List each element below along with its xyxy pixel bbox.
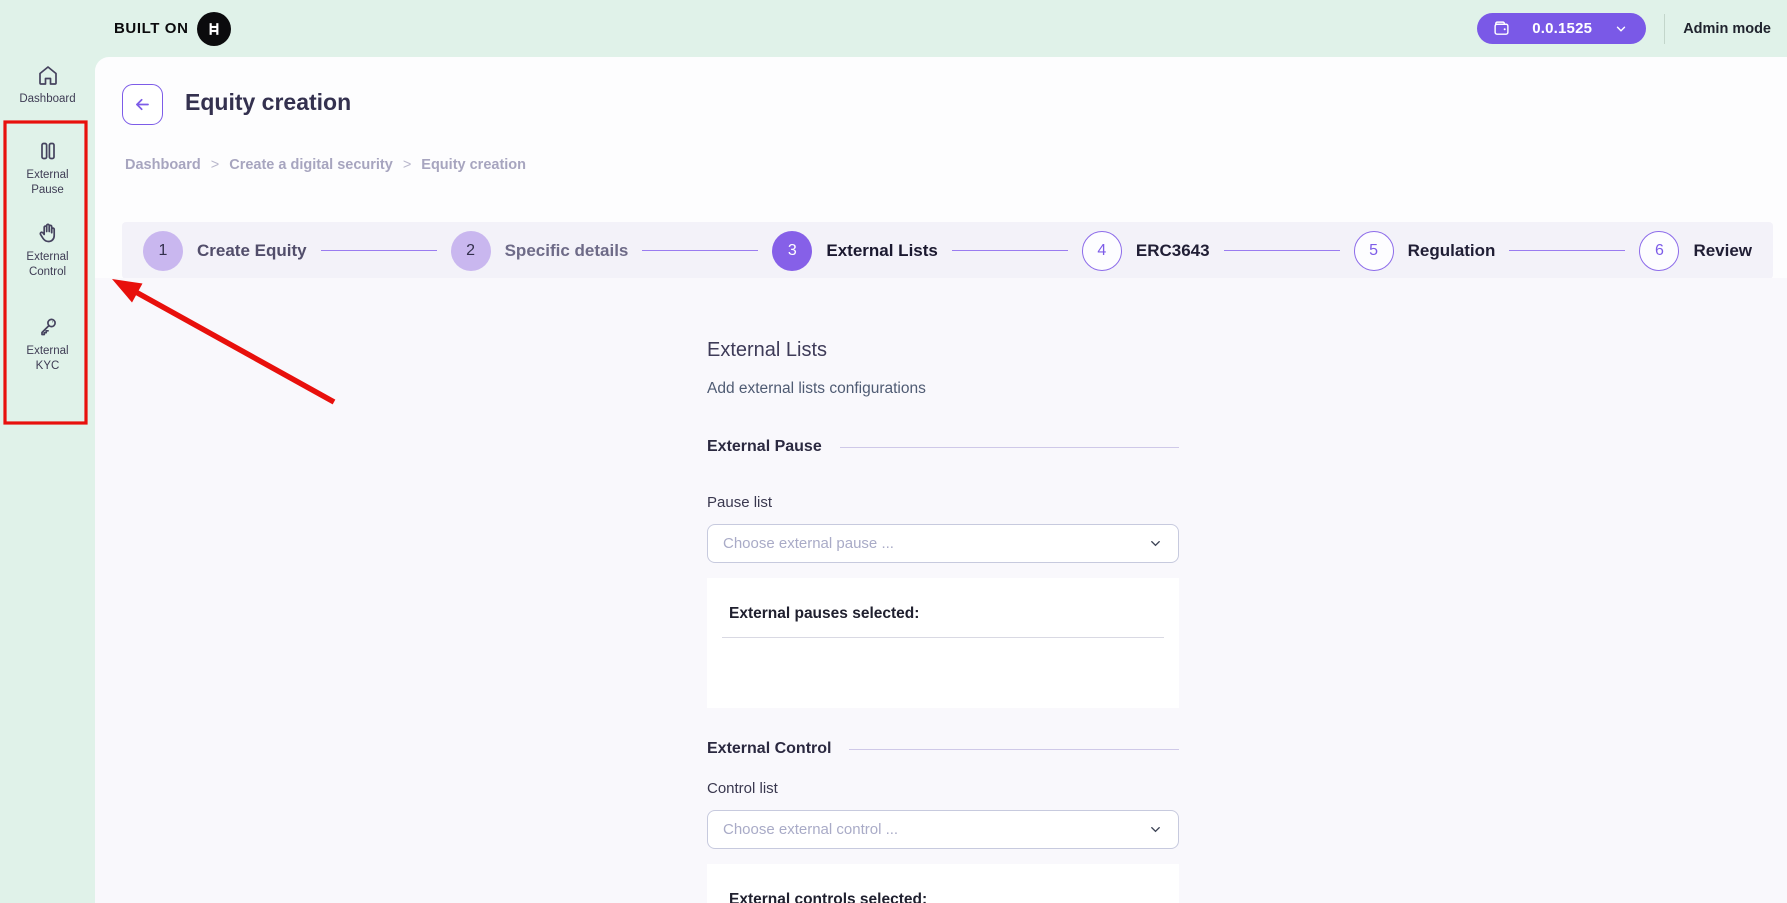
- breadcrumb-item-dashboard[interactable]: Dashboard: [125, 157, 201, 173]
- sidebar-item-label: ExternalKYC: [26, 344, 68, 373]
- step-number: 4: [1082, 231, 1122, 271]
- pause-list-label: Pause list: [707, 492, 1179, 513]
- step-number: 1: [143, 231, 183, 271]
- page-title: Equity creation: [185, 89, 351, 116]
- sidebar-item-external-control[interactable]: ExternalControl: [0, 221, 95, 279]
- step-connector: [321, 250, 437, 252]
- step-connector: [1509, 250, 1625, 252]
- sidebar-item-label: ExternalControl: [26, 250, 68, 279]
- chevron-down-icon: [1148, 822, 1163, 837]
- breadcrumb-item-equity-creation: Equity creation: [421, 157, 526, 173]
- external-pauses-selected-box: External pauses selected:: [707, 578, 1179, 708]
- content-title: External Lists: [707, 336, 1179, 364]
- sidebar-item-external-pause[interactable]: ExternalPause: [0, 139, 95, 197]
- sidebar-item-label: ExternalPause: [26, 168, 68, 197]
- section-title: External Pause: [707, 436, 822, 458]
- external-pause-section-heading: External Pause: [707, 436, 1179, 458]
- control-list-label: Control list: [707, 778, 1179, 799]
- admin-mode-label: Admin mode: [1683, 21, 1771, 37]
- key-icon: [36, 315, 60, 339]
- step-number: 3: [772, 231, 812, 271]
- step-external-lists[interactable]: 3 External Lists: [772, 231, 938, 271]
- step-regulation[interactable]: 5 Regulation: [1354, 231, 1496, 271]
- wallet-icon: [1493, 20, 1510, 37]
- wizard-stepper: 1 Create Equity 2 Specific details 3 Ext…: [122, 222, 1773, 279]
- sidebar: Dashboard ExternalPause ExternalControl …: [0, 57, 95, 903]
- chevron-down-icon: [1148, 536, 1163, 551]
- section-divider: [849, 749, 1179, 750]
- hand-icon: [36, 221, 60, 245]
- selected-box-divider: [722, 637, 1164, 638]
- step-number: 6: [1639, 231, 1679, 271]
- hedera-logo-icon: [197, 12, 231, 46]
- main-panel: Equity creation Dashboard > Create a dig…: [95, 57, 1787, 903]
- step-specific-details[interactable]: 2 Specific details: [451, 231, 629, 271]
- external-control-section-heading: External Control: [707, 738, 1179, 760]
- home-icon: [36, 63, 60, 87]
- built-on-brand: BUILT ON: [114, 0, 231, 57]
- breadcrumb: Dashboard > Create a digital security > …: [125, 157, 526, 173]
- content-subtitle: Add external lists configurations: [707, 378, 1179, 400]
- topbar: BUILT ON 0.0.1525 Admin mode: [0, 0, 1787, 57]
- selected-box-title: External controls selected:: [722, 891, 1164, 903]
- control-list-select[interactable]: Choose external control ...: [707, 810, 1179, 849]
- step-create-equity[interactable]: 1 Create Equity: [143, 231, 307, 271]
- section-divider: [840, 447, 1179, 448]
- pause-icon: [36, 139, 60, 163]
- step-label: Review: [1693, 241, 1752, 261]
- built-on-label: BUILT ON: [114, 20, 189, 37]
- breadcrumb-item-create-digital-security[interactable]: Create a digital security: [229, 157, 393, 173]
- select-placeholder: Choose external control ...: [723, 821, 898, 838]
- step-number: 2: [451, 231, 491, 271]
- selected-box-title: External pauses selected:: [722, 605, 1164, 623]
- pause-list-select[interactable]: Choose external pause ...: [707, 524, 1179, 563]
- step-label: ERC3643: [1136, 241, 1210, 261]
- step-connector: [952, 250, 1068, 252]
- step-review[interactable]: 6 Review: [1639, 231, 1752, 271]
- step-connector: [1224, 250, 1340, 252]
- topbar-divider: [1664, 14, 1665, 44]
- wallet-account-button[interactable]: 0.0.1525: [1477, 13, 1646, 44]
- breadcrumb-separator: >: [211, 157, 219, 173]
- step-label: Regulation: [1408, 241, 1496, 261]
- step-connector: [642, 250, 758, 252]
- chevron-down-icon: [1614, 22, 1628, 36]
- sidebar-item-label: Dashboard: [19, 92, 75, 107]
- sidebar-item-dashboard[interactable]: Dashboard: [0, 63, 95, 107]
- sidebar-item-external-kyc[interactable]: ExternalKYC: [0, 315, 95, 373]
- external-controls-selected-box: External controls selected:: [707, 864, 1179, 903]
- step-label: External Lists: [826, 241, 938, 261]
- breadcrumb-separator: >: [403, 157, 411, 173]
- arrow-left-icon: [133, 95, 152, 114]
- step-content-area: External Lists Add external lists config…: [95, 278, 1787, 903]
- wallet-account-id: 0.0.1525: [1532, 20, 1592, 37]
- step-label: Specific details: [505, 241, 629, 261]
- select-placeholder: Choose external pause ...: [723, 535, 894, 552]
- back-button[interactable]: [122, 84, 163, 125]
- step-label: Create Equity: [197, 241, 307, 261]
- step-number: 5: [1354, 231, 1394, 271]
- step-erc3643[interactable]: 4 ERC3643: [1082, 231, 1210, 271]
- section-title: External Control: [707, 738, 831, 760]
